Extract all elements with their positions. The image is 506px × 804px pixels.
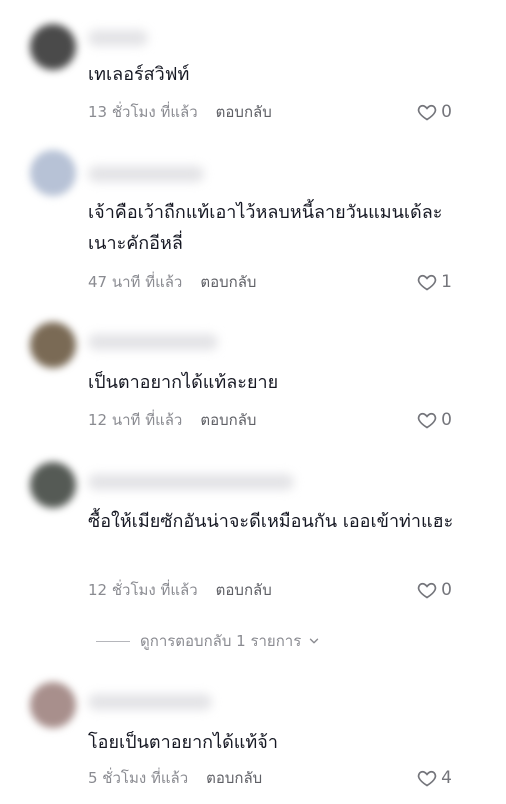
like-button[interactable]: 0	[417, 578, 452, 602]
username-blurred[interactable]	[88, 334, 218, 350]
comment-timestamp: 13 ชั่วโมง ที่แล้ว	[88, 103, 198, 121]
username-blurred[interactable]	[88, 30, 148, 46]
reply-button[interactable]: ตอบกลับ	[200, 411, 256, 429]
like-count: 0	[441, 580, 452, 600]
comment-meta: 47 นาที ที่แล้ว ตอบกลับ	[88, 270, 256, 294]
chevron-down-icon	[310, 638, 319, 644]
view-replies-label: ดูการตอบกลับ 1 รายการ	[140, 632, 302, 650]
comment-timestamp: 5 ชั่วโมง ที่แล้ว	[88, 769, 189, 787]
view-replies-button[interactable]: ดูการตอบกลับ 1 รายการ	[96, 630, 321, 652]
like-button[interactable]: 4	[417, 766, 452, 790]
comment-meta: 12 ชั่วโมง ที่แล้ว ตอบกลับ	[88, 578, 272, 602]
reply-button[interactable]: ตอบกลับ	[216, 103, 272, 121]
avatar[interactable]	[30, 462, 76, 508]
comment-text: ซื้อให้เมียซักอันน่าจะดีเหมือนกัน เออเข้…	[88, 511, 454, 532]
avatar[interactable]	[30, 150, 76, 196]
comment-meta: 13 ชั่วโมง ที่แล้ว ตอบกลับ	[88, 100, 272, 124]
heart-icon	[417, 274, 437, 291]
comment-timestamp: 12 ชั่วโมง ที่แล้ว	[88, 581, 198, 599]
comment-timestamp: 12 นาที ที่แล้ว	[88, 411, 183, 429]
like-count: 0	[441, 102, 452, 122]
username-blurred[interactable]	[88, 694, 212, 710]
reply-button[interactable]: ตอบกลับ	[200, 273, 256, 291]
avatar[interactable]	[30, 322, 76, 368]
comment-text: เป็นตาอยากได้แท้ละยาย	[88, 372, 279, 393]
heart-icon	[417, 582, 437, 599]
like-button[interactable]: 0	[417, 408, 452, 432]
username-blurred[interactable]	[88, 474, 294, 490]
username-blurred[interactable]	[88, 166, 204, 182]
divider-line	[96, 640, 130, 642]
comment-text: เทเลอร์สวิฟท์	[88, 64, 190, 85]
comment-meta: 12 นาที ที่แล้ว ตอบกลับ	[88, 408, 256, 432]
like-button[interactable]: 1	[417, 270, 452, 294]
comment-text: โอยเป็นตาอยากได้แท้จ้า	[88, 732, 278, 753]
comment-meta: 5 ชั่วโมง ที่แล้ว ตอบกลับ	[88, 766, 262, 790]
comment-timestamp: 47 นาที ที่แล้ว	[88, 273, 183, 291]
heart-icon	[417, 770, 437, 787]
avatar[interactable]	[30, 24, 76, 70]
reply-button[interactable]: ตอบกลับ	[216, 581, 272, 599]
reply-button[interactable]: ตอบกลับ	[206, 769, 262, 787]
avatar[interactable]	[30, 682, 76, 728]
heart-icon	[417, 104, 437, 121]
like-count: 1	[441, 272, 452, 292]
comment-text: เจ้าคือเว้าถืกแท้เอาไว้หลบหนี้ลายวันแมนเ…	[88, 202, 443, 254]
like-count: 0	[441, 410, 452, 430]
heart-icon	[417, 412, 437, 429]
like-count: 4	[441, 768, 452, 788]
like-button[interactable]: 0	[417, 100, 452, 124]
